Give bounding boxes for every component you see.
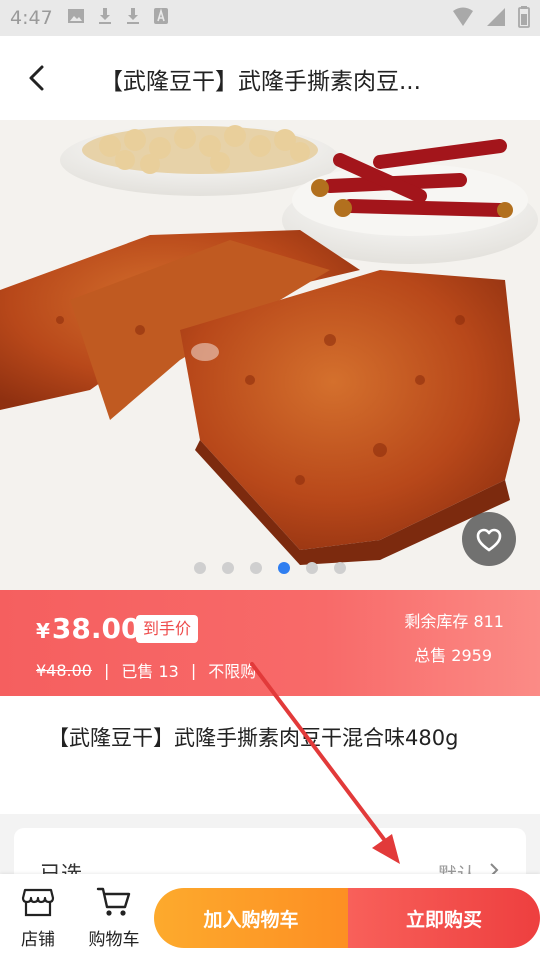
page-title: 【武隆豆干】武隆手撕素肉豆... [100,69,421,95]
wifi-icon [452,7,474,31]
price-subline: ¥48.00 | 已售 13 | 不限购 [36,658,256,682]
product-image-gallery[interactable] [0,120,540,590]
product-name: 【武隆豆干】武隆手撕素肉豆干混合味480g [48,726,459,750]
shopping-cart-icon [96,887,131,916]
product-photo [0,120,540,590]
cart-label: 购物车 [88,930,140,950]
status-time: 4:47 [10,7,53,29]
download-notification-icon [125,7,141,29]
product-info-section: 【武隆豆干】武隆手撕素肉豆干混合味480g [0,696,540,814]
battery-icon [518,6,530,32]
signal-icon [486,7,506,31]
buy-now-button[interactable]: 立即购买 [348,888,540,948]
price-amount: 38.00 [51,612,141,645]
chevron-left-icon [29,65,44,91]
shop-button[interactable]: 店铺 [8,886,68,950]
total-sales: 总售 2959 [414,646,492,665]
download-notification-icon [97,7,113,29]
currency-symbol: ¥ [36,619,50,643]
shop-label: 店铺 [21,930,55,950]
purchase-limit: 不限购 [208,662,257,681]
pagination-dot[interactable] [194,562,206,574]
current-price: ¥38.00 [36,612,141,645]
pagination-dot[interactable] [334,562,346,574]
store-icon [21,888,55,917]
price-tag-badge: 到手价 [136,615,199,643]
pagination-dot[interactable] [306,562,318,574]
font-notification-icon [153,7,169,29]
bottom-action-bar: 店铺 购物车 加入购物车 立即购买 [0,874,540,960]
price-banner: ¥38.00 到手价 ¥48.00 | 已售 13 | 不限购 剩余库存 811… [0,590,540,696]
original-price: ¥48.00 [36,660,92,680]
pagination-dot[interactable] [222,562,234,574]
favorite-button[interactable] [462,512,516,566]
cart-button[interactable]: 购物车 [84,886,144,950]
remaining-stock: 剩余库存 811 [404,612,504,631]
image-notification-icon [67,8,85,28]
divider: | [190,660,197,680]
add-to-cart-button[interactable]: 加入购物车 [154,888,348,948]
pagination-dot-active[interactable] [278,562,290,574]
top-app-bar: 【武隆豆干】武隆手撕素肉豆... [0,36,540,120]
heart-outline-icon [476,528,502,552]
divider: | [103,660,110,680]
pagination-dot[interactable] [250,562,262,574]
gallery-pagination [194,562,362,574]
status-bar: 4:47 [0,0,540,36]
back-button[interactable] [22,62,54,94]
sold-count: 已售 13 [121,662,179,681]
